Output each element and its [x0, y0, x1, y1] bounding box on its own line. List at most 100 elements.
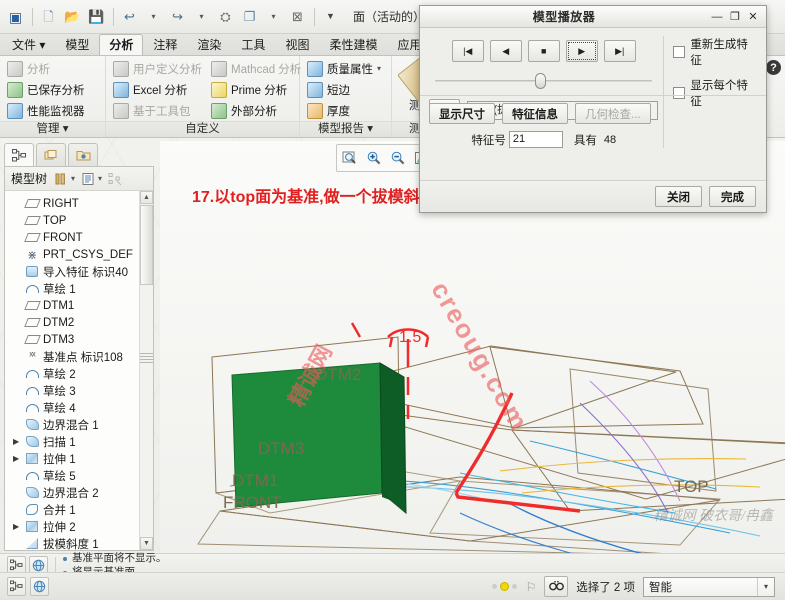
tree-item-dtm1[interactable]: DTM1 — [5, 297, 153, 314]
ribbon-item-short-edge[interactable]: 短边 — [304, 79, 387, 100]
tree-item-boundary-blend-1[interactable]: 边界混合 1 — [5, 416, 153, 433]
flag-icon[interactable]: ⚐ — [525, 580, 536, 594]
app-menu-icon[interactable]: ▣ — [4, 5, 27, 28]
feature-number-input[interactable]: 21 — [508, 131, 563, 148]
tab-file[interactable]: 文件 ▾ — [2, 34, 55, 55]
customize-qat-icon[interactable]: ▼ — [319, 5, 342, 28]
tree-item-import-feature[interactable]: 导入特征 标识40 — [5, 263, 153, 280]
web-browser-icon[interactable] — [7, 577, 26, 596]
feature-position-slider[interactable] — [435, 73, 653, 89]
tree-item-extrude-2[interactable]: ▶ 拉伸 2 — [5, 518, 153, 535]
tab-model[interactable]: 模型 — [55, 34, 99, 55]
globe-icon[interactable] — [30, 577, 49, 596]
tree-item-dtm2[interactable]: DTM2 — [5, 314, 153, 331]
go-to-start-button[interactable]: |◀ — [451, 40, 484, 62]
ribbon-group-title-model-report[interactable]: 模型报告 ▾ — [300, 121, 391, 137]
redo-dropdown-icon[interactable]: ▾ — [190, 5, 213, 28]
tree-item-extrude-1[interactable]: ▶ 拉伸 1 — [5, 450, 153, 467]
save-icon[interactable]: 💾 — [85, 5, 108, 28]
model-tree-body[interactable]: RIGHT TOP FRONT ⋇ PRT_CSYS_DEF 导入特征 标识40 … — [5, 191, 153, 550]
chevron-down-icon[interactable]: ▾ — [377, 64, 381, 73]
tree-item-dtm3[interactable]: DTM3 — [5, 331, 153, 348]
redo-icon[interactable]: ↪ — [166, 5, 189, 28]
undo-dropdown-icon[interactable]: ▾ — [142, 5, 165, 28]
go-to-end-button[interactable]: ▶| — [603, 40, 636, 62]
tree-item-sketch-4[interactable]: 草绘 4 — [5, 399, 153, 416]
folder-browser-tab[interactable] — [68, 143, 98, 166]
model-player-dialog[interactable]: 模型播放器 — ❐ ✕ |◀ ◀ ■ ▶ ▶| 特征号 21 具有 48 重新生… — [419, 5, 767, 213]
tree-columns-caret-icon[interactable]: ▾ — [98, 174, 102, 183]
geometry-check-button[interactable]: 几何检查... — [575, 103, 651, 124]
tree-item-top[interactable]: TOP — [5, 212, 153, 229]
model-tree-tab[interactable] — [4, 143, 34, 166]
ribbon-item-performance-monitor[interactable]: 性能监视器 — [4, 100, 91, 121]
slider-thumb[interactable] — [535, 73, 546, 89]
tree-columns-icon[interactable] — [79, 170, 97, 188]
ribbon-item-prime-analysis[interactable]: Prime 分析 — [208, 79, 307, 100]
tree-item-datum-point[interactable]: ˣˣ 基准点 标识108 — [5, 348, 153, 365]
tree-settings-caret-icon[interactable]: ▾ — [71, 174, 75, 183]
refit-icon[interactable] — [338, 146, 362, 170]
ribbon-item-mass-properties[interactable]: 质量属性 ▾ — [304, 58, 387, 79]
ribbon-group-title-manage[interactable]: 管理 ▾ — [0, 121, 105, 137]
zoom-out-icon[interactable] — [386, 146, 410, 170]
search-icon[interactable] — [544, 576, 569, 597]
close-window-icon[interactable]: ⊠ — [286, 5, 309, 28]
feature-info-button[interactable]: 特征信息 — [502, 103, 568, 124]
tree-item-boundary-blend-2[interactable]: 边界混合 2 — [5, 484, 153, 501]
tree-item-sketch-2[interactable]: 草绘 2 — [5, 365, 153, 382]
tree-item-right[interactable]: RIGHT — [5, 195, 153, 212]
tab-tools[interactable]: 工具 — [231, 34, 275, 55]
regenerate-feature-option[interactable]: 重新生成特征 — [673, 36, 757, 68]
model-tree-scrollbar[interactable]: ▲ ▼ — [139, 191, 153, 550]
expander-icon[interactable]: ▶ — [13, 437, 24, 446]
layers-tab[interactable] — [36, 143, 66, 166]
dialog-title-bar[interactable]: 模型播放器 — ❐ ✕ — [420, 6, 766, 28]
tree-settings-icon[interactable] — [52, 170, 70, 188]
help-icon[interactable]: ? — [766, 60, 781, 75]
tree-item-sweep-1[interactable]: ▶ 扫描 1 — [5, 433, 153, 450]
ribbon-item-external-analysis[interactable]: 外部分析 — [208, 100, 307, 121]
expander-icon[interactable]: ▶ — [13, 522, 24, 531]
scroll-up-icon[interactable]: ▲ — [140, 191, 153, 204]
tab-analysis[interactable]: 分析 — [99, 34, 144, 55]
step-backward-button[interactable]: ◀ — [489, 40, 522, 62]
ribbon-group-title-custom[interactable]: 自定义 — [106, 121, 299, 137]
tree-item-prt-csys-def[interactable]: ⋇ PRT_CSYS_DEF — [5, 246, 153, 263]
close-dialog-button[interactable]: 关闭 — [655, 186, 702, 207]
minimize-button[interactable]: — — [708, 9, 726, 25]
window-icon[interactable]: ❐ — [238, 5, 261, 28]
selection-filter-dropdown[interactable]: 智能 ▾ — [643, 576, 775, 597]
stop-button[interactable]: ■ — [527, 40, 560, 62]
maximize-button[interactable]: ❐ — [726, 9, 744, 25]
ribbon-item-toolkit-based[interactable]: 基于工具包 — [110, 100, 208, 121]
tree-item-front[interactable]: FRONT — [5, 229, 153, 246]
tree-item-sketch-5[interactable]: 草绘 5 — [5, 467, 153, 484]
tree-filter-icon[interactable] — [106, 170, 124, 188]
window-dropdown-icon[interactable]: ▾ — [262, 5, 285, 28]
play-forward-button[interactable]: ▶ — [565, 40, 598, 62]
show-dimensions-button[interactable]: 显示尺寸 — [429, 103, 495, 124]
tab-view[interactable]: 视图 — [275, 34, 319, 55]
regenerate-feature-checkbox[interactable] — [673, 46, 686, 58]
zoom-in-icon[interactable] — [362, 146, 386, 170]
tree-item-sketch-3[interactable]: 草绘 3 — [5, 382, 153, 399]
ribbon-item-excel-analysis[interactable]: Excel 分析 — [110, 79, 208, 100]
scrollbar-thumb[interactable] — [140, 205, 153, 285]
ribbon-item-saved-analysis[interactable]: 已保存分析 — [4, 79, 91, 100]
tree-item-draft-1[interactable]: 拔模斜度 1 — [5, 535, 153, 550]
ribbon-item-user-defined-analysis[interactable]: 用户定义分析 — [110, 58, 208, 79]
tree-item-sketch-1[interactable]: 草绘 1 — [5, 280, 153, 297]
tree-item-merge-1[interactable]: 合并 1 — [5, 501, 153, 518]
tab-render[interactable]: 渲染 — [187, 34, 231, 55]
dimension-value[interactable]: 1.5 — [399, 329, 421, 347]
scroll-down-icon[interactable]: ▼ — [140, 537, 153, 550]
finish-button[interactable]: 完成 — [709, 186, 756, 207]
ribbon-item-thickness[interactable]: 厚度 — [304, 100, 387, 121]
undo-icon[interactable]: ↩ — [118, 5, 141, 28]
ribbon-item-analysis[interactable]: 分析 — [4, 58, 91, 79]
tab-annotate[interactable]: 注释 — [143, 34, 187, 55]
ribbon-item-mathcad-analysis[interactable]: Mathcad 分析 — [208, 58, 307, 79]
chevron-down-icon[interactable]: ▾ — [757, 577, 774, 596]
tab-flexible-modeling[interactable]: 柔性建模 — [319, 34, 387, 55]
